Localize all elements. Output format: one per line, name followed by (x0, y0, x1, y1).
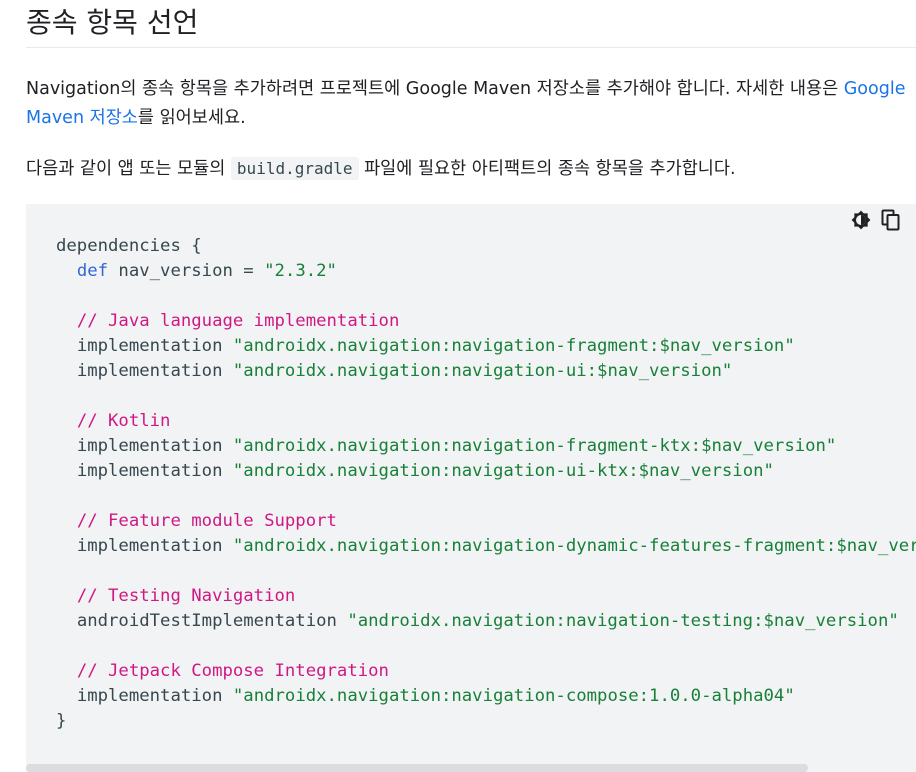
code-text: implementation (76, 461, 223, 481)
code-content: dependencies { def nav_version = "2.3.2"… (56, 234, 916, 734)
instruction-text: 다음과 같이 앱 또는 모듈의 (26, 159, 231, 179)
code-line: } (56, 711, 67, 731)
code-comment: // Kotlin (76, 411, 171, 431)
code-text: implementation (76, 361, 223, 381)
code-keyword: def (76, 261, 109, 281)
code-comment: // Jetpack Compose Integration (76, 661, 389, 681)
code-text: nav_version = (108, 261, 265, 281)
code-text: androidTestImplementation (76, 611, 337, 631)
dark-mode-icon[interactable] (850, 209, 872, 231)
code-comment: // Testing Navigation (76, 586, 296, 606)
section-heading: 종속 항목 선언 (26, 0, 916, 48)
code-string: "androidx.navigation:navigation-dynamic-… (232, 536, 916, 556)
code-comment: // Feature module Support (76, 511, 337, 531)
code-string: "androidx.navigation:navigation-compose:… (232, 686, 795, 706)
code-string: "androidx.navigation:navigation-ui-ktx:$… (232, 461, 774, 481)
code-string: "2.3.2" (264, 261, 337, 281)
code-text: implementation (76, 536, 223, 556)
copy-icon[interactable] (880, 209, 902, 231)
code-comment: // Java language implementation (76, 311, 400, 331)
code-string: "androidx.navigation:navigation-ui:$nav_… (232, 361, 733, 381)
code-string: "androidx.navigation:navigation-testing:… (347, 611, 899, 631)
horizontal-scrollbar[interactable] (26, 764, 808, 772)
code-string: "androidx.navigation:navigation-fragment… (232, 436, 837, 456)
code-text: implementation (76, 436, 223, 456)
intro-text: Navigation의 종속 항목을 추가하려면 프로젝트에 Google Ma… (26, 79, 844, 99)
code-toolbar (850, 209, 902, 231)
code-line: dependencies { (56, 236, 202, 256)
code-string: "androidx.navigation:navigation-fragment… (232, 336, 795, 356)
instruction-paragraph: 다음과 같이 앱 또는 모듈의 build.gradle 파일에 필요한 아티팩… (26, 154, 906, 184)
instruction-text-end: 파일에 필요한 아티팩트의 종속 항목을 추가합니다. (358, 159, 736, 179)
code-text: implementation (76, 686, 223, 706)
intro-text-end: 를 읽어보세요. (137, 108, 246, 128)
code-block: dependencies { def nav_version = "2.3.2"… (26, 204, 916, 772)
intro-paragraph: Navigation의 종속 항목을 추가하려면 프로젝트에 Google Ma… (26, 75, 906, 133)
code-text: implementation (76, 336, 223, 356)
inline-code-build-gradle: build.gradle (230, 157, 359, 180)
